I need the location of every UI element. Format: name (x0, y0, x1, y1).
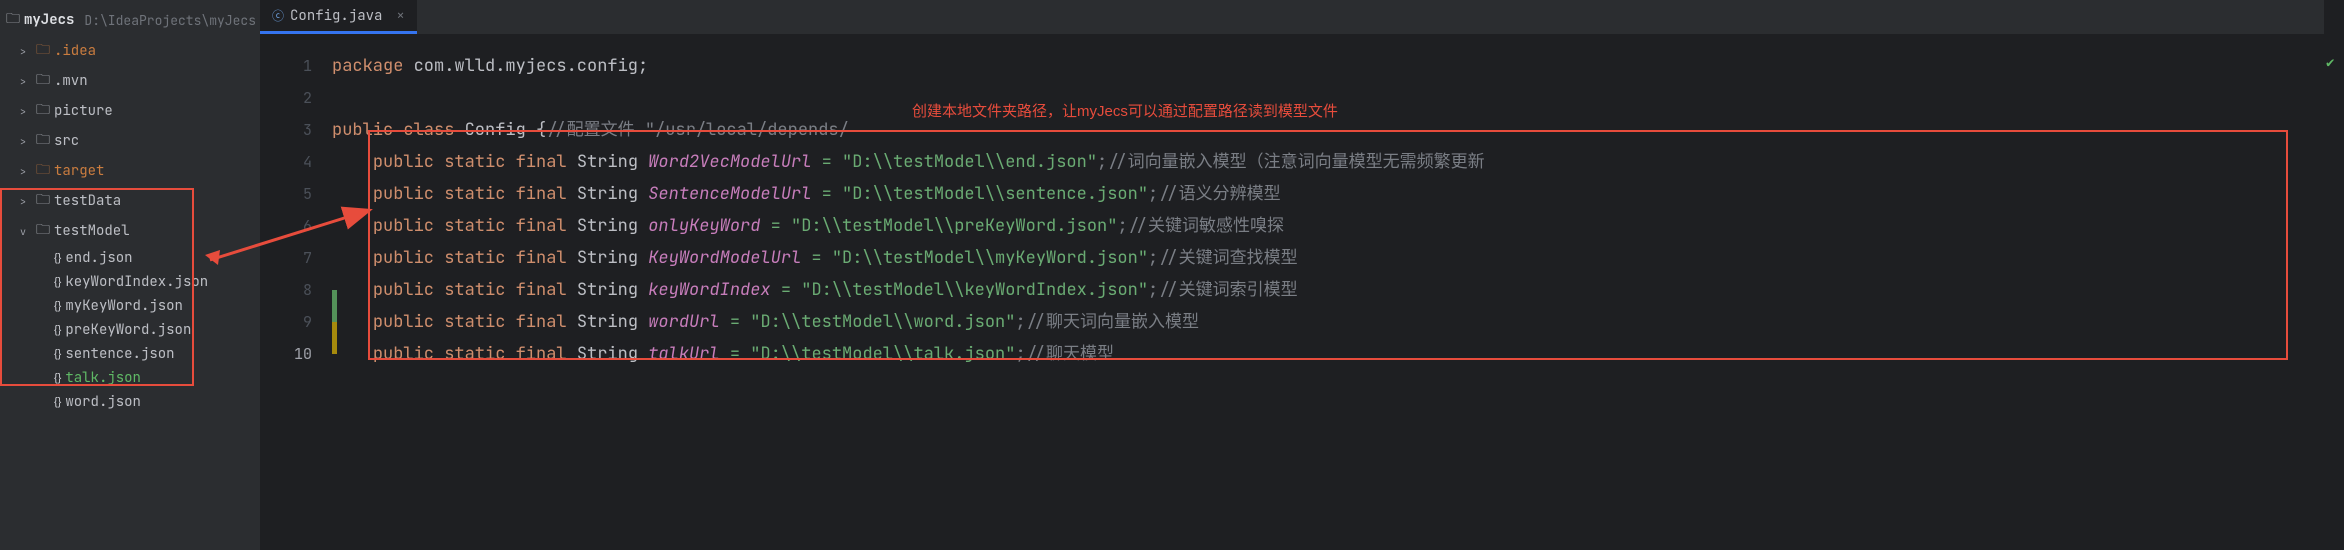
tree-label: end.json (65, 249, 132, 267)
tree-label: src (54, 132, 79, 150)
code-line: public static final String SentenceModel… (332, 178, 2324, 210)
line-number: 9 (260, 306, 312, 338)
tree-label: testModel (54, 222, 130, 240)
tree-label: .idea (54, 42, 96, 60)
code-line: public static final String talkUrl = "D:… (332, 338, 2324, 370)
tab-filename: Config.java (290, 7, 382, 25)
tree-item-file[interactable]: {} sentence.json (14, 342, 260, 366)
tree-item-file[interactable]: {} keyWordIndex.json (14, 270, 260, 294)
editor-area: ⓒ Config.java × 1 2 3 4 5 6 7 8 9 10 pac… (260, 0, 2324, 550)
folder-icon: 🗀 (36, 129, 50, 153)
line-number: 2 (260, 82, 312, 114)
json-icon: {} (54, 396, 61, 408)
line-number: 5 (260, 178, 312, 210)
line-number: 7 (260, 242, 312, 274)
line-number: 8 (260, 274, 312, 306)
tree-item-file[interactable]: {} talk.json (14, 366, 260, 390)
tree-item-file[interactable]: {} preKeyWord.json (14, 318, 260, 342)
code-line: public static final String onlyKeyWord =… (332, 210, 2324, 242)
chevron-right-icon: > (20, 45, 32, 58)
tree-label: keyWordIndex.json (65, 273, 208, 291)
line-gutter: 1 2 3 4 5 6 7 8 9 10 (260, 34, 332, 550)
folder-icon: 🗀 (36, 39, 50, 63)
code-line: public static final String Word2VecModel… (332, 146, 2324, 178)
folder-icon: 🗀 (36, 99, 50, 123)
change-marker-green (332, 290, 337, 322)
tree-item-file[interactable]: {} myKeyWord.json (14, 294, 260, 318)
line-number: 1 (260, 50, 312, 82)
tree-item-src[interactable]: > 🗀 src (14, 126, 260, 156)
tree-item-target[interactable]: > 🗀 target (14, 156, 260, 186)
editor-tabs: ⓒ Config.java × (260, 0, 2324, 34)
folder-icon: 🗀 (36, 69, 50, 93)
tree-item-testdata[interactable]: > 🗀 testData (14, 186, 260, 216)
json-icon: {} (54, 324, 61, 336)
project-name: myJecs (24, 11, 74, 29)
json-icon: {} (54, 300, 61, 312)
chevron-right-icon: > (20, 195, 32, 208)
tree-label: .mvn (54, 72, 88, 90)
tree-label: sentence.json (65, 345, 174, 363)
line-number: 4 (260, 146, 312, 178)
tree-item-file[interactable]: {} end.json (14, 246, 260, 270)
tree-label: preKeyWord.json (65, 321, 191, 339)
json-icon: {} (54, 276, 61, 288)
tree-label: picture (54, 102, 113, 120)
json-icon: {} (54, 252, 61, 264)
chevron-right-icon: > (20, 75, 32, 88)
chevron-down-icon: v (20, 225, 32, 238)
tree-item-testmodel[interactable]: v 🗀 testModel (14, 216, 260, 246)
project-tree: > 🗀 .idea > 🗀 .mvn > 🗀 picture > 🗀 src >… (0, 36, 260, 414)
tree-label: testData (54, 192, 121, 210)
chevron-right-icon: > (20, 165, 32, 178)
editor-rightbar: ✔ (2324, 0, 2344, 550)
project-folder-icon: 🗀 (6, 8, 20, 32)
close-icon[interactable]: × (396, 7, 404, 25)
code-editor[interactable]: 1 2 3 4 5 6 7 8 9 10 package com.wlld.my… (260, 34, 2324, 550)
json-icon: {} (54, 348, 61, 360)
project-root[interactable]: 🗀 myJecs D:\IdeaProjects\myJecs (0, 4, 260, 36)
project-sidebar: 🗀 myJecs D:\IdeaProjects\myJecs > 🗀 .ide… (0, 0, 260, 550)
tree-item-file[interactable]: {} word.json (14, 390, 260, 414)
change-marker-yellow (332, 322, 337, 354)
line-number: 10 (260, 338, 312, 370)
code-line: package com.wlld.myjecs.config; (332, 50, 2324, 82)
tree-label: myKeyWord.json (65, 297, 183, 315)
code-line: public static final String wordUrl = "D:… (332, 306, 2324, 338)
code-content[interactable]: package com.wlld.myjecs.config; public c… (332, 34, 2324, 550)
folder-icon: 🗀 (36, 189, 50, 213)
annotation-text: 创建本地文件夹路径，让myJecs可以通过配置路径读到模型文件 (912, 96, 1338, 128)
json-icon: {} (54, 372, 61, 384)
tree-item-mvn[interactable]: > 🗀 .mvn (14, 66, 260, 96)
tree-label: target (54, 162, 104, 180)
line-number: 6 (260, 210, 312, 242)
folder-icon: 🗀 (36, 159, 50, 183)
tree-label: talk.json (65, 369, 141, 387)
chevron-right-icon: > (20, 135, 32, 148)
project-path: D:\IdeaProjects\myJecs (84, 12, 256, 29)
check-icon[interactable]: ✔ (2326, 54, 2334, 72)
tree-item-picture[interactable]: > 🗀 picture (14, 96, 260, 126)
code-line: public static final String keyWordIndex … (332, 274, 2324, 306)
tab-config-java[interactable]: ⓒ Config.java × (260, 0, 417, 34)
chevron-right-icon: > (20, 105, 32, 118)
tree-item-idea[interactable]: > 🗀 .idea (14, 36, 260, 66)
java-file-icon: ⓒ (272, 7, 284, 24)
folder-icon: 🗀 (36, 219, 50, 243)
tree-label: word.json (65, 393, 141, 411)
code-line: public static final String KeyWordModelU… (332, 242, 2324, 274)
line-number: 3 (260, 114, 312, 146)
